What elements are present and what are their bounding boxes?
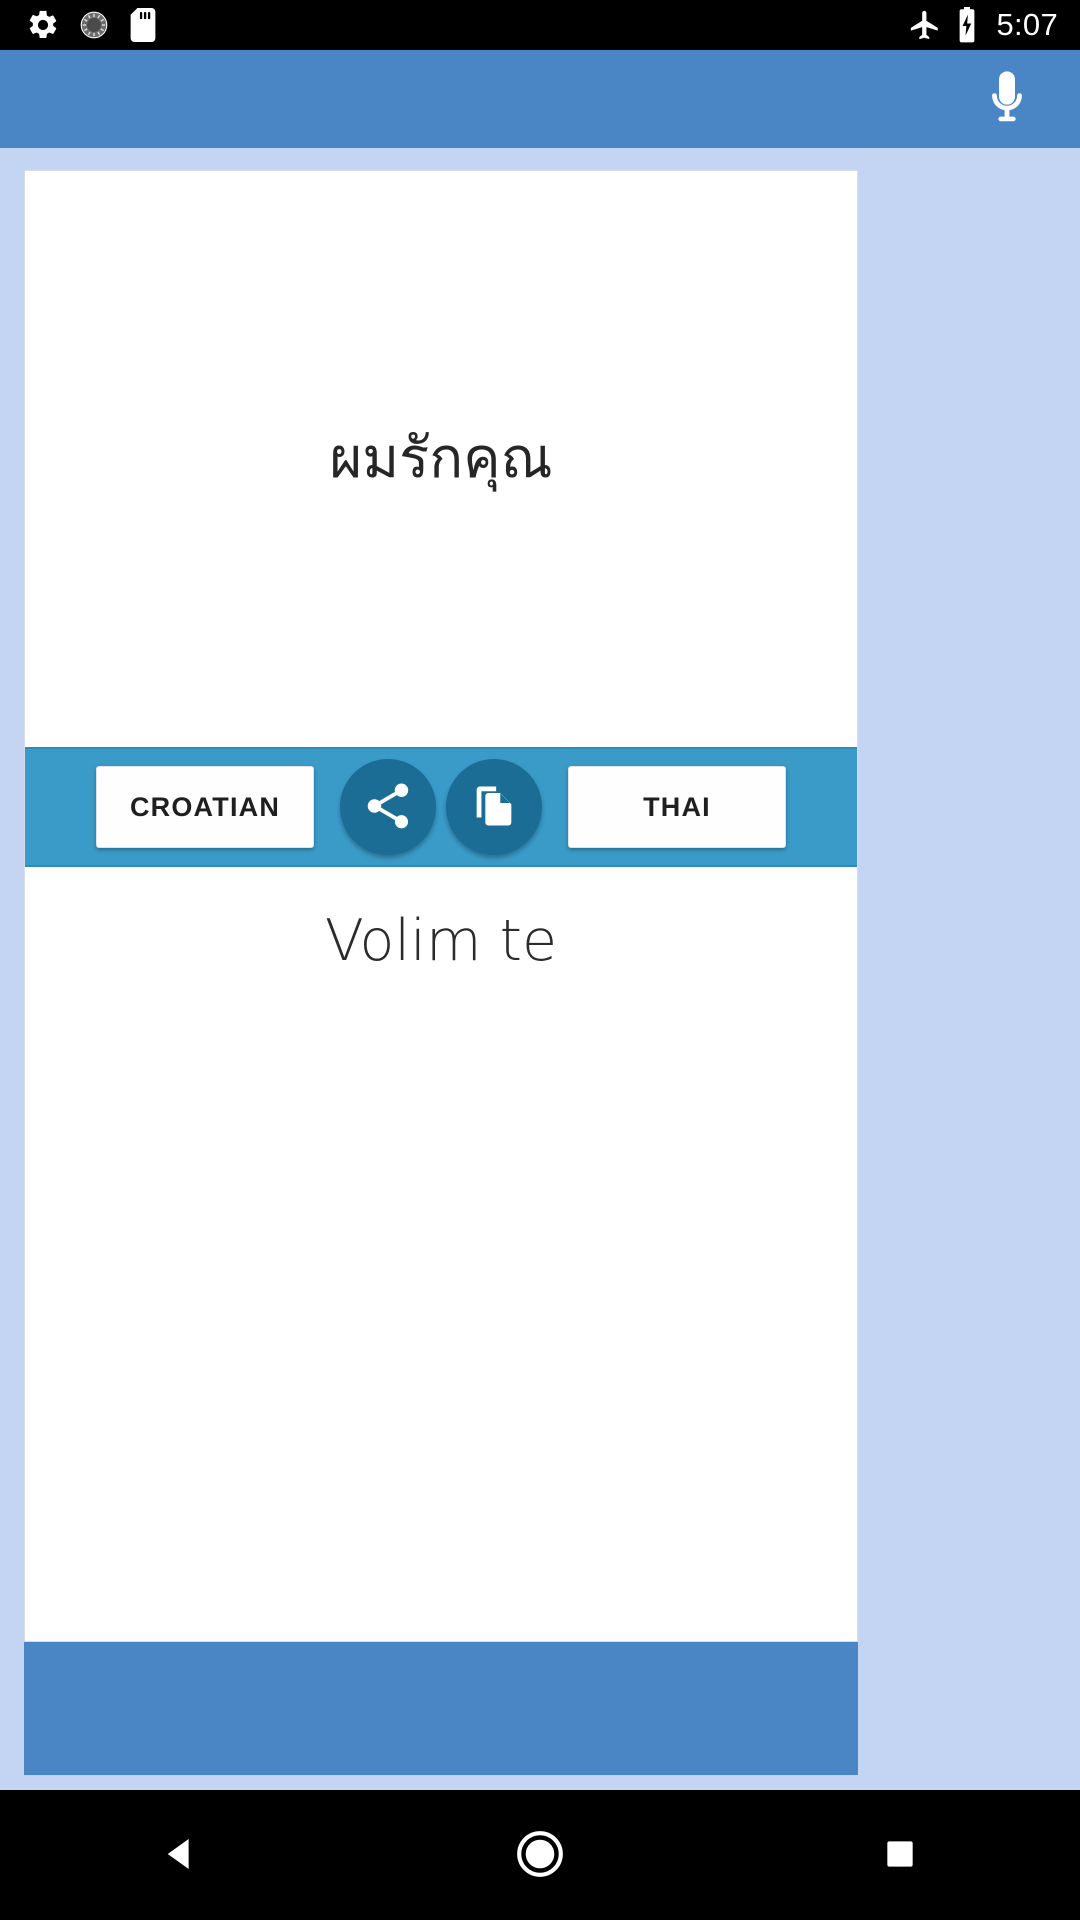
nav-home-button[interactable]: [460, 1790, 620, 1920]
share-button[interactable]: [340, 759, 436, 855]
rotary-dial-icon: [78, 9, 110, 41]
phone-screen: 5:07 ผมรักคุณ CROATIAN THAI Volim te: [0, 0, 1080, 1920]
home-circle-icon: [514, 1828, 566, 1883]
source-text[interactable]: ผมรักคุณ: [289, 424, 592, 494]
android-navigation-bar: [0, 1790, 1080, 1920]
airplane-mode-icon: [908, 8, 942, 42]
back-triangle-icon: [157, 1831, 203, 1880]
target-language-button[interactable]: CROATIAN: [96, 766, 314, 848]
settings-gear-icon: [26, 8, 60, 42]
microphone-icon: [975, 66, 1039, 133]
status-bar: 5:07: [0, 0, 1080, 50]
share-icon: [361, 779, 415, 836]
nav-recents-button[interactable]: [820, 1790, 980, 1920]
language-action-toolbar: CROATIAN THAI: [25, 747, 857, 867]
app-bar: [0, 50, 1080, 148]
source-language-button[interactable]: THAI: [568, 766, 786, 848]
status-bar-right-icons: 5:07: [908, 7, 1058, 43]
source-text-pane[interactable]: ผมรักคุณ: [25, 171, 857, 747]
status-bar-clock: 5:07: [996, 7, 1058, 42]
microphone-button[interactable]: [964, 56, 1050, 142]
nav-back-button[interactable]: [100, 1790, 260, 1920]
battery-charging-icon: [956, 7, 978, 43]
copy-button[interactable]: [446, 759, 542, 855]
target-text-pane[interactable]: Volim te: [25, 867, 857, 1641]
copy-icon: [468, 780, 520, 835]
recents-square-icon: [880, 1834, 920, 1877]
translation-card: ผมรักคุณ CROATIAN THAI Volim te: [24, 170, 858, 1642]
status-bar-left-icons: [26, 8, 158, 42]
footer-blue-block: [24, 1642, 858, 1775]
target-text[interactable]: Volim te: [285, 907, 597, 975]
sd-card-icon: [128, 8, 158, 42]
